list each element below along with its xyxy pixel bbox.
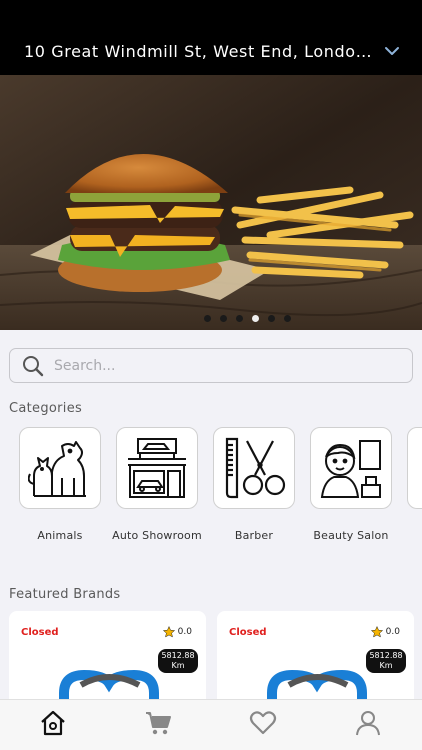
brand-card[interactable]: Closed 0.0 5812.88 Km bbox=[217, 611, 414, 711]
search-input[interactable] bbox=[52, 356, 386, 375]
category-auto-showroom[interactable]: Auto Showroom bbox=[112, 427, 202, 542]
carousel-dots[interactable] bbox=[36, 315, 422, 322]
status-badge: Closed bbox=[21, 627, 59, 638]
carousel-dot[interactable] bbox=[283, 315, 291, 322]
tab-profile[interactable] bbox=[353, 708, 383, 738]
cart-icon bbox=[146, 712, 171, 735]
hero-banner[interactable] bbox=[0, 75, 422, 330]
rating-value: 0.0 bbox=[385, 627, 400, 637]
profile-icon bbox=[356, 711, 380, 736]
category-tile[interactable] bbox=[19, 427, 101, 509]
category-animals[interactable]: Animals bbox=[19, 427, 101, 542]
star-icon bbox=[370, 626, 383, 638]
animals-icon bbox=[28, 441, 86, 497]
address-text[interactable]: 10 Great Windmill St, West End, London W… bbox=[24, 42, 374, 61]
category-tile[interactable] bbox=[310, 427, 392, 509]
status-badge: Closed bbox=[229, 627, 267, 638]
distance-value: 5812.88 bbox=[369, 651, 403, 660]
heart-icon bbox=[249, 711, 277, 735]
category-tile[interactable] bbox=[407, 427, 422, 509]
category-tile[interactable] bbox=[116, 427, 198, 509]
distance-badge: 5812.88 Km bbox=[158, 649, 198, 673]
rating: 0.0 bbox=[370, 626, 400, 638]
search-icon bbox=[23, 355, 44, 376]
carousel-dot[interactable] bbox=[235, 315, 243, 322]
category-beauty-salon[interactable]: Beauty Salon bbox=[310, 427, 392, 542]
star-icon bbox=[162, 626, 175, 638]
barber-icon bbox=[225, 437, 286, 499]
tab-favorites[interactable] bbox=[248, 708, 278, 738]
category-tile[interactable] bbox=[213, 427, 295, 509]
rating: 0.0 bbox=[162, 626, 192, 638]
tab-home[interactable] bbox=[38, 708, 68, 738]
tab-cart[interactable] bbox=[143, 708, 173, 738]
home-icon bbox=[41, 710, 65, 736]
search-bar[interactable] bbox=[9, 348, 413, 383]
carousel-dot[interactable] bbox=[203, 315, 211, 322]
categories-carousel[interactable]: Animals Auto Showroom Barber Beauty Salo… bbox=[19, 427, 422, 567]
category-barber[interactable]: Barber bbox=[213, 427, 295, 542]
auto-showroom-icon bbox=[128, 438, 186, 498]
carousel-dot[interactable] bbox=[219, 315, 227, 322]
chevron-down-icon[interactable] bbox=[384, 45, 400, 57]
brand-card[interactable]: Closed 0.0 5812.88 Km bbox=[9, 611, 206, 711]
carousel-dot[interactable] bbox=[267, 315, 275, 322]
tab-bar bbox=[0, 699, 422, 750]
distance-unit: Km bbox=[171, 661, 185, 670]
category-label: Beauty Salon bbox=[313, 529, 389, 542]
distance-badge: 5812.88 Km bbox=[366, 649, 406, 673]
carousel-dot-active[interactable] bbox=[251, 315, 259, 322]
featured-title: Featured Brands bbox=[9, 587, 121, 602]
burger-photo bbox=[0, 75, 422, 330]
distance-unit: Km bbox=[379, 661, 393, 670]
category-more[interactable] bbox=[407, 427, 422, 509]
address-bar[interactable]: 10 Great Windmill St, West End, London W… bbox=[0, 0, 422, 75]
beauty-salon-icon bbox=[320, 440, 381, 498]
distance-value: 5812.88 bbox=[161, 651, 195, 660]
categories-title: Categories bbox=[9, 401, 83, 416]
rating-value: 0.0 bbox=[177, 627, 192, 637]
